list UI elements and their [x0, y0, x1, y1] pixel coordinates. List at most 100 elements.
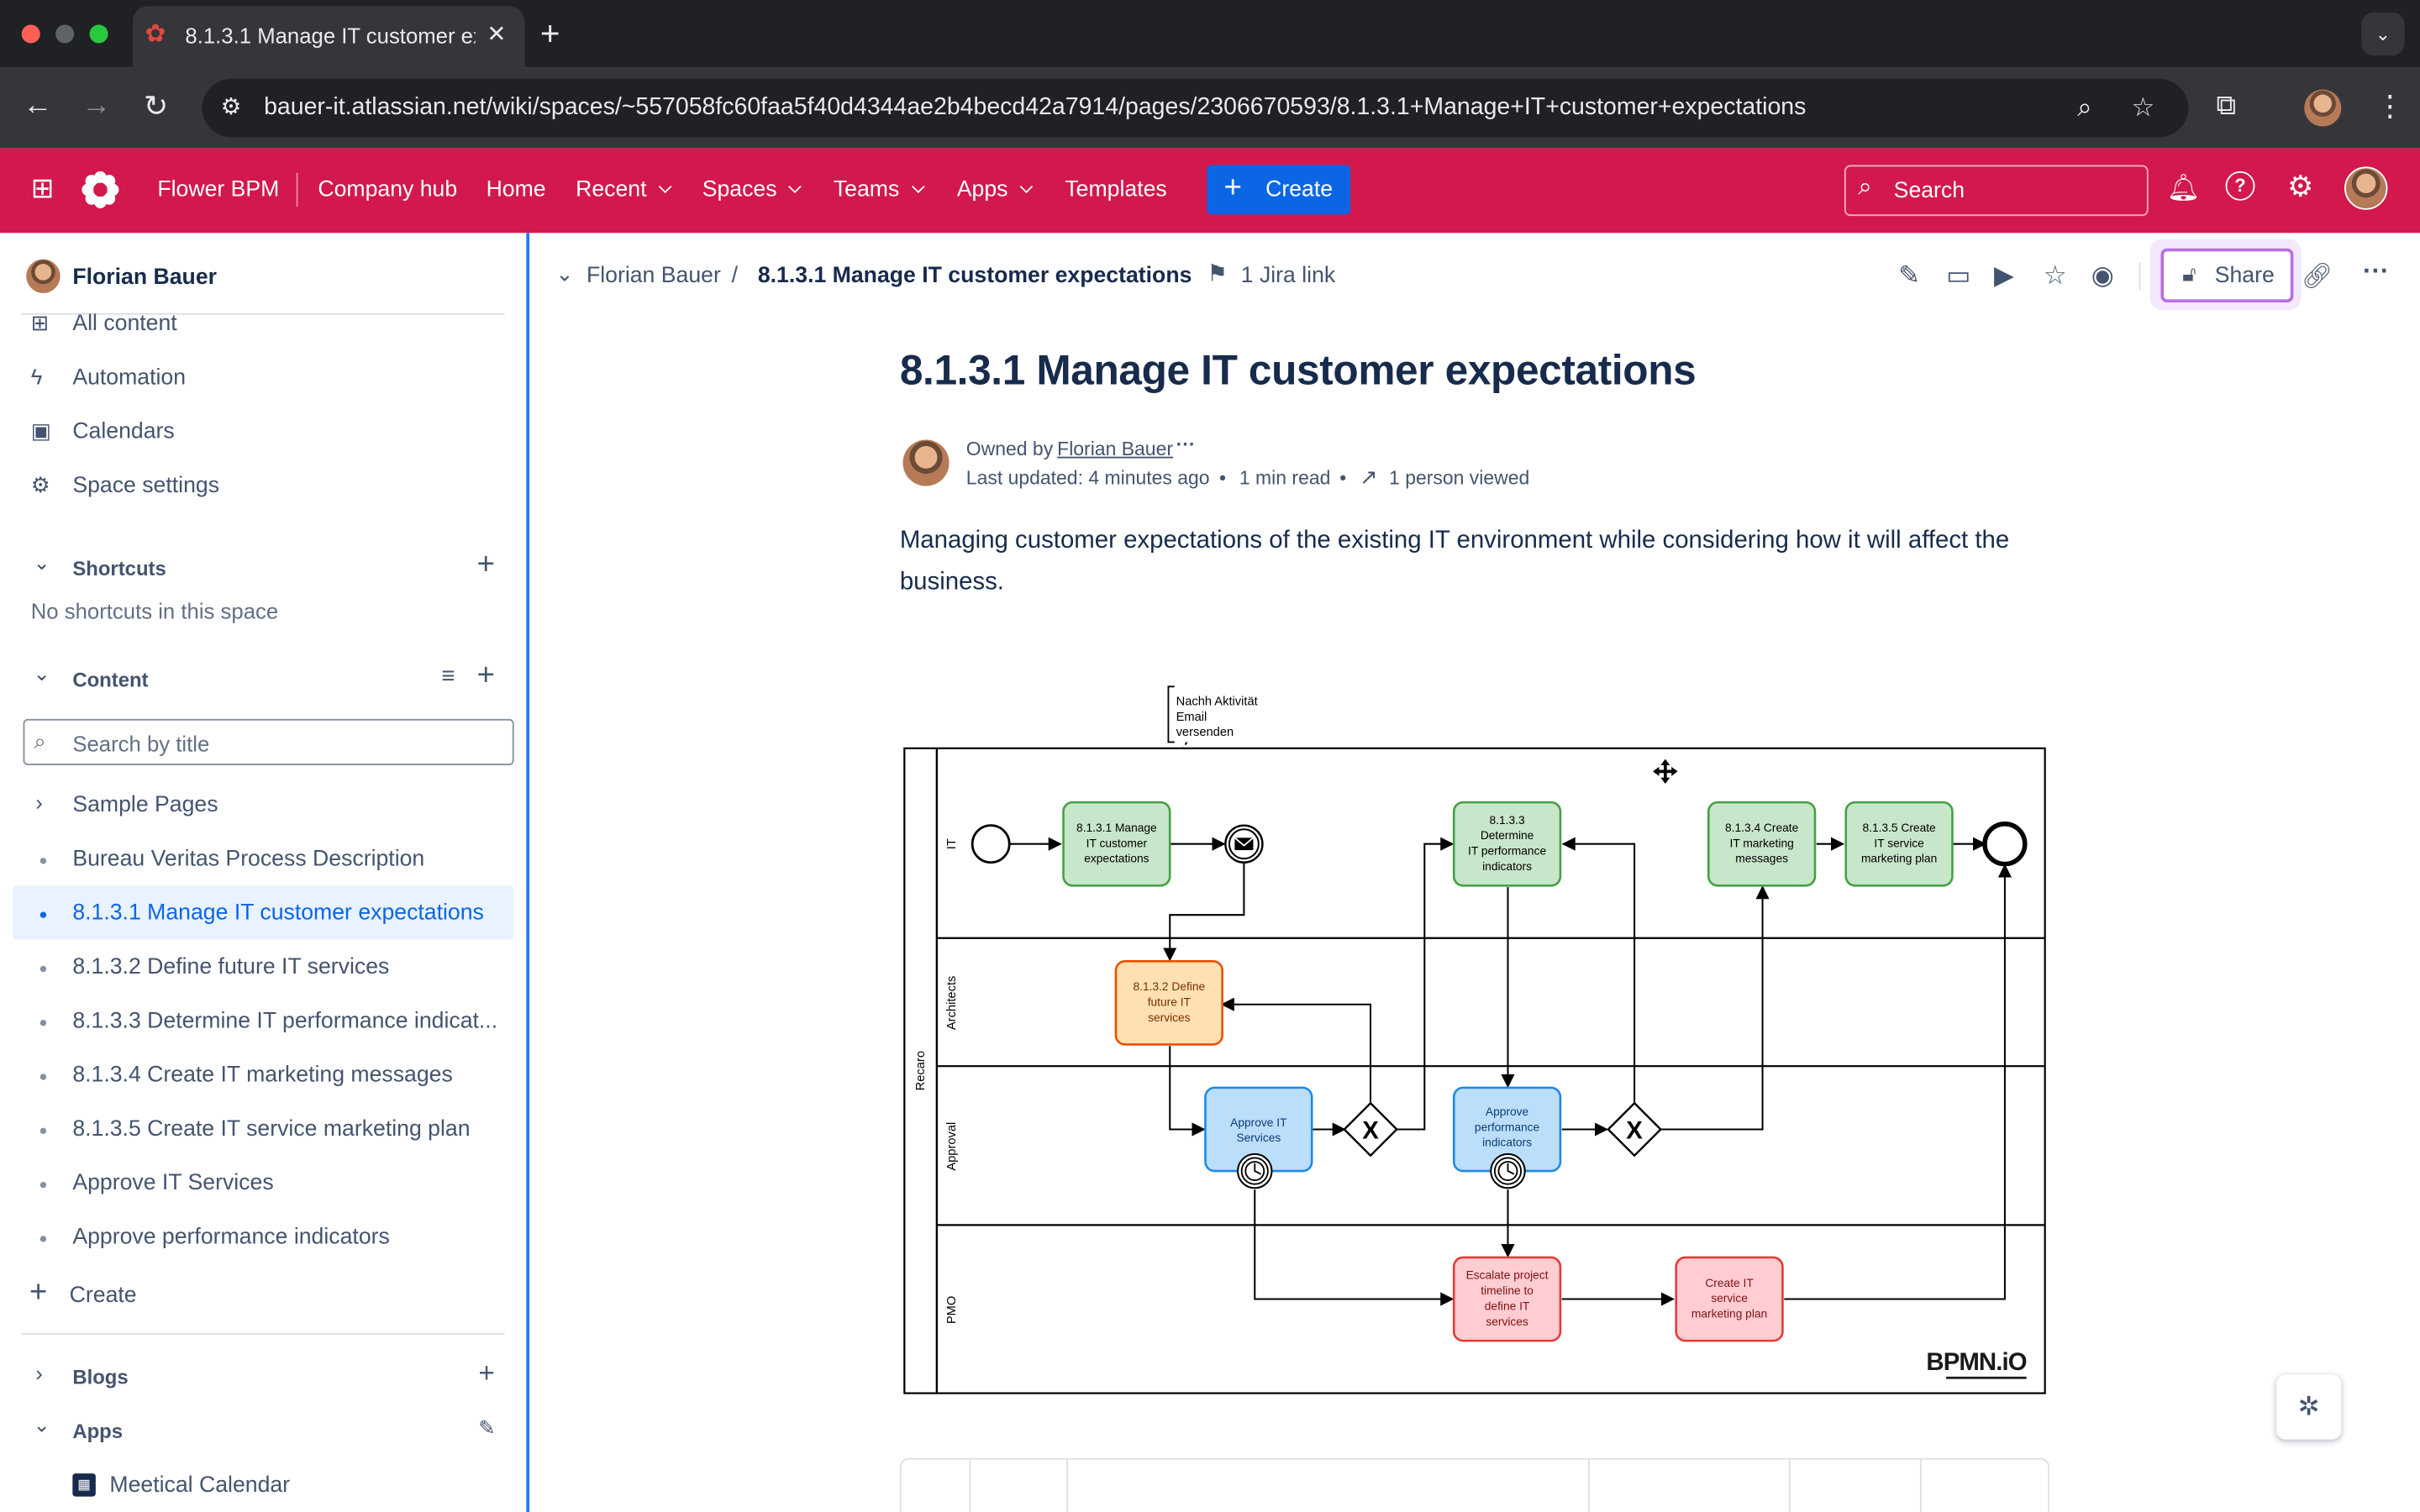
breadcrumb-current[interactable]: 8.1.3.1 Manage IT customer expectations: [758, 264, 1192, 288]
create-button[interactable]: + Create: [1207, 165, 1351, 215]
intermediate-message-event[interactable]: [1224, 824, 1264, 864]
search-by-title-input[interactable]: ⌕ Search by title: [23, 718, 514, 766]
spaces-menu[interactable]: Spaces: [702, 177, 802, 202]
notifications-bell-icon[interactable]: 🔔︎: [2167, 173, 2201, 204]
timer-boundary-event[interactable]: [1237, 1152, 1273, 1189]
blogs-chevron-right-icon[interactable]: ›: [35, 1361, 43, 1385]
apps-header[interactable]: Apps: [72, 1420, 123, 1443]
owner-more-icon[interactable]: ···: [1176, 433, 1196, 455]
task-escalate-project-timeline[interactable]: Escalate project timeline to define IT s…: [1452, 1256, 1562, 1342]
star-icon[interactable]: ☆: [2044, 260, 2067, 291]
tree-item-8132[interactable]: 8.1.3.2 Define future IT services: [72, 955, 389, 979]
bpmn-diagram[interactable]: Nachh Aktivität Email versenden Recaro I…: [902, 680, 2048, 1396]
edit-pencil-icon[interactable]: ✎: [1898, 260, 1920, 291]
teams-menu[interactable]: Teams: [834, 177, 925, 202]
global-search-input[interactable]: ⌕ Search: [1844, 165, 2149, 217]
tree-item-8131[interactable]: 8.1.3.1 Manage IT customer expectations: [72, 901, 484, 926]
create-button-label: Create: [1265, 177, 1334, 202]
reload-icon[interactable]: ↻: [144, 90, 168, 125]
task-line: IT service: [1874, 837, 1924, 849]
add-shortcut-plus-icon[interactable]: +: [477, 548, 495, 583]
add-content-plus-icon[interactable]: +: [477, 659, 495, 694]
page-owner-link[interactable]: Florian Bauer: [1057, 438, 1173, 460]
tree-item-approve-performance-indicators[interactable]: Approve performance indicators: [72, 1225, 390, 1249]
site-info-icon[interactable]: ⚙: [221, 92, 242, 120]
home-link[interactable]: Home: [487, 177, 546, 202]
comment-icon[interactable]: ▭: [1946, 260, 1971, 291]
task-create-it-service-marketing-plan[interactable]: Create IT service marketing plan: [1675, 1256, 1784, 1342]
tree-item-8133[interactable]: 8.1.3.3 Determine IT performance indicat…: [72, 1009, 497, 1033]
flower-logo-icon[interactable]: [81, 170, 121, 210]
last-updated[interactable]: Last updated: 4 minutes ago: [966, 468, 1210, 490]
close-window-button[interactable]: [21, 24, 40, 44]
maximize-window-button[interactable]: [89, 24, 108, 44]
sidebar-item-automation[interactable]: Automation: [72, 365, 186, 390]
task-8133[interactable]: 8.1.3.3 Determine IT performance indicat…: [1452, 801, 1562, 887]
settings-gear-icon[interactable]: ⚙: [2287, 170, 2313, 205]
breadcrumb-chevron-down-icon[interactable]: ⌄: [555, 260, 574, 286]
apps-menu[interactable]: Apps: [956, 177, 1034, 202]
shortcuts-chevron-down-icon[interactable]: ⌄: [26, 551, 57, 582]
tree-item-approve-it-services[interactable]: Approve IT Services: [72, 1171, 273, 1195]
end-event[interactable]: [1982, 822, 2028, 867]
task-8132[interactable]: 8.1.3.2 Define future IT services: [1114, 960, 1223, 1046]
apps-chevron-down-icon[interactable]: ⌄: [26, 1413, 57, 1444]
recent-menu[interactable]: Recent: [576, 177, 672, 202]
filter-icon[interactable]: ≡: [441, 664, 455, 690]
blogs-header[interactable]: Blogs: [72, 1366, 128, 1389]
share-button[interactable]: 🔓︎ Share: [2160, 248, 2294, 303]
bookmark-star-icon[interactable]: ☆: [2132, 92, 2155, 123]
tab-search-chevron-icon[interactable]: ⌄: [2361, 12, 2405, 56]
browser-menu-icon[interactable]: ⋮: [2375, 90, 2405, 125]
ai-sparkle-button[interactable]: ✲: [2276, 1374, 2342, 1440]
watch-eye-icon[interactable]: ◉: [2091, 260, 2114, 291]
browser-profile-avatar[interactable]: [2304, 89, 2342, 127]
sidebar-create-link[interactable]: Create: [70, 1284, 137, 1308]
zoom-icon[interactable]: ⌕: [2077, 92, 2092, 123]
copy-link-icon[interactable]: 🔗︎: [2302, 260, 2333, 291]
browser-tab[interactable]: ✿ 8.1.3.1 Manage IT customer expectation…: [132, 6, 525, 68]
templates-link[interactable]: Templates: [1065, 177, 1166, 202]
breadcrumb-parent[interactable]: Florian Bauer: [587, 264, 721, 288]
shortcuts-header[interactable]: Shortcuts: [72, 557, 166, 580]
content-header[interactable]: Content: [72, 668, 148, 691]
add-blog-plus-icon[interactable]: +: [478, 1357, 494, 1390]
app-switcher-icon[interactable]: ⊞: [31, 173, 55, 206]
task-8134[interactable]: 8.1.3.4 Create IT marketing messages: [1707, 801, 1817, 887]
tree-item-8135[interactable]: 8.1.3.5 Create IT service marketing plan: [72, 1117, 470, 1142]
sidebar-item-calendars[interactable]: Calendars: [72, 420, 174, 444]
sidebar-owner-name[interactable]: Florian Bauer: [72, 265, 217, 290]
app-item-meetical-calendar[interactable]: Meetical Calendar: [109, 1473, 290, 1498]
timer-boundary-event[interactable]: [1490, 1152, 1526, 1189]
task-8135[interactable]: 8.1.3.5 Create IT service marketing plan: [1844, 801, 1954, 887]
apps-label: Apps: [956, 177, 1008, 202]
back-arrow-icon[interactable]: ←: [24, 90, 53, 123]
task-8131[interactable]: 8.1.3.1 Manage IT customer expectations: [1062, 801, 1171, 887]
task-line: timeline to: [1481, 1284, 1534, 1297]
user-avatar[interactable]: [2344, 166, 2388, 210]
video-icon[interactable]: ▶: [1994, 260, 2014, 291]
tree-item-8134[interactable]: 8.1.3.4 Create IT marketing messages: [72, 1063, 452, 1088]
content-chevron-down-icon[interactable]: ⌄: [26, 662, 57, 693]
new-tab-button[interactable]: +: [540, 14, 560, 55]
tree-item-sample-pages[interactable]: Sample Pages: [72, 793, 218, 817]
edit-pencil-icon[interactable]: ✎: [478, 1416, 495, 1441]
address-bar[interactable]: ⚙ bauer-it.atlassian.net/wiki/spaces/~55…: [202, 78, 2189, 138]
calendar-icon: ▣: [30, 417, 52, 444]
start-event[interactable]: [971, 824, 1011, 864]
page-views[interactable]: 1 person viewed: [1389, 468, 1529, 490]
forward-arrow-icon[interactable]: →: [82, 90, 111, 123]
bpmn-io-watermark[interactable]: BPMN.iO: [1926, 1348, 2027, 1376]
sidebar-item-space-settings[interactable]: Space settings: [72, 474, 219, 498]
tab-close-icon[interactable]: ✕: [487, 20, 506, 48]
chevron-right-icon[interactable]: ›: [35, 790, 43, 814]
more-actions-icon[interactable]: ···: [2363, 256, 2389, 287]
extensions-icon[interactable]: ⧉: [2217, 90, 2237, 123]
jira-link[interactable]: 1 Jira link: [1241, 264, 1336, 288]
minimize-window-button[interactable]: [55, 24, 75, 44]
help-icon[interactable]: ?: [2225, 171, 2255, 201]
tree-item-bureau-veritas[interactable]: Bureau Veritas Process Description: [72, 847, 424, 871]
space-name-link[interactable]: Flower BPM: [157, 177, 279, 202]
sidebar-item-all-content[interactable]: All content: [72, 312, 176, 336]
company-hub-link[interactable]: Company hub: [318, 177, 457, 202]
